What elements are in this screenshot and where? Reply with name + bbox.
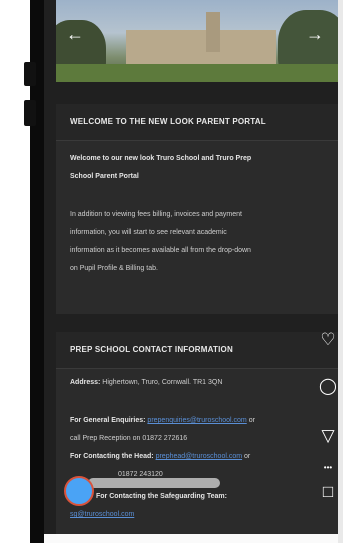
heart-icon[interactable]: ♡: [316, 330, 340, 354]
comment-icon[interactable]: ◯: [316, 376, 340, 400]
head-email-link[interactable]: prephead@truroschool.com: [156, 453, 243, 460]
scroll-handle[interactable]: [88, 478, 220, 488]
address-value: Highertown, Truro, Cornwall. TR1 3QN: [102, 379, 223, 386]
school-building: [126, 30, 276, 66]
welcome-line1: Welcome to our new look Truro School and…: [70, 155, 252, 162]
welcome-p1: In addition to viewing fees billing, inv…: [70, 211, 242, 218]
general-email-link[interactable]: prepenquiries@truroschool.com: [147, 417, 246, 424]
lawn: [56, 64, 338, 82]
head-tail: or: [244, 453, 251, 460]
general-line: For General Enquiries: prepenquiries@tru…: [70, 414, 320, 428]
prep-title: PREP SCHOOL CONTACT INFORMATION: [70, 345, 233, 354]
school-tower: [206, 12, 220, 52]
safeguard-line: sg@truroschool.com: [70, 508, 320, 522]
side-button-lower: [24, 100, 36, 126]
safeguard-email-link[interactable]: sg@truroschool.com: [70, 511, 134, 518]
arrow-right-icon[interactable]: →: [306, 24, 324, 45]
welcome-p3: information as it becomes available all …: [70, 247, 251, 254]
head-line: For Contacting the Head: prephead@truros…: [70, 450, 320, 464]
arrow-left-icon[interactable]: ←: [66, 24, 84, 45]
filter-icon[interactable]: ▽: [316, 426, 340, 450]
reception-line: call Prep Reception on 01872 272616: [70, 435, 188, 442]
welcome-line2: School Parent Portal: [70, 173, 139, 180]
address-label: Address:: [70, 379, 101, 386]
address-line: Address: Highertown, Truro, Cornwall. TR…: [70, 376, 320, 390]
general-tail: or: [248, 417, 255, 424]
square-icon[interactable]: □: [316, 482, 340, 506]
safeguard-label: For Contacting the Safeguarding Team:: [96, 493, 227, 500]
welcome-card: WELCOME TO THE NEW LOOK PARENT PORTAL We…: [56, 104, 338, 314]
side-button-upper: [24, 62, 36, 86]
general-label: For General Enquiries:: [70, 417, 146, 424]
welcome-p4: on Pupil Profile & Billing tab.: [70, 265, 158, 272]
welcome-header: WELCOME TO THE NEW LOOK PARENT PORTAL: [56, 104, 338, 141]
phone-screen: ← → WELCOME TO THE NEW LOOK PARENT PORTA…: [44, 0, 338, 543]
bottom-edge: [44, 534, 338, 543]
prep-header: PREP SCHOOL CONTACT INFORMATION: [56, 332, 338, 369]
welcome-p2: information, you will start to see relev…: [70, 229, 227, 236]
hero-image: ← →: [56, 0, 338, 82]
assistive-touch-button[interactable]: [64, 476, 94, 506]
more-icon[interactable]: •••: [316, 456, 340, 480]
prep-contact-card: PREP SCHOOL CONTACT INFORMATION Address:…: [56, 332, 338, 537]
welcome-title: WELCOME TO THE NEW LOOK PARENT PORTAL: [70, 117, 266, 126]
head-label: For Contacting the Head:: [70, 453, 154, 460]
